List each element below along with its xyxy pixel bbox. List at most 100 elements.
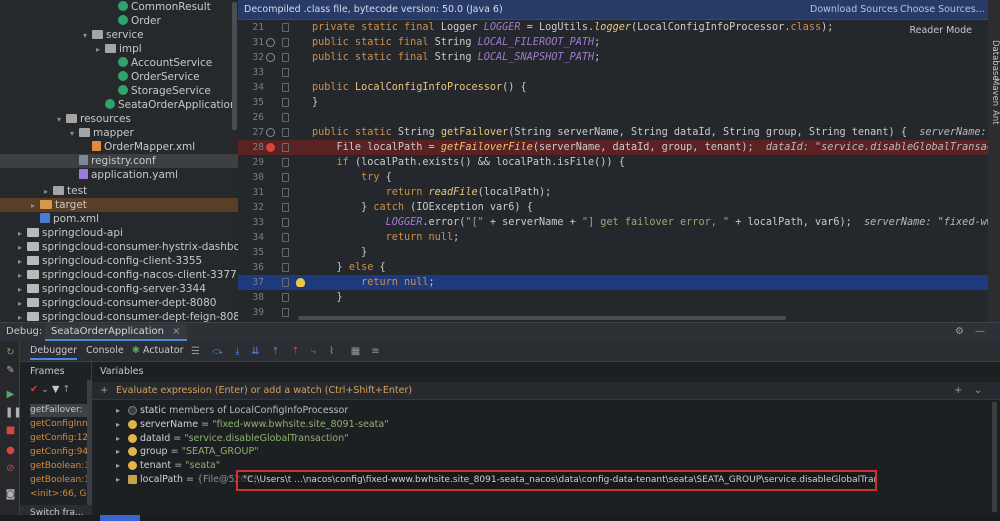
- frame-item[interactable]: getBoolean:1: [30, 460, 91, 473]
- fold-marker-icon[interactable]: [282, 38, 289, 47]
- fold-marker-icon[interactable]: [282, 113, 289, 122]
- fold-marker-icon[interactable]: [282, 143, 289, 152]
- code-line[interactable]: 27 public static String getFailover(Strin…: [238, 125, 988, 140]
- rerun-icon[interactable]: ↻: [5, 347, 16, 358]
- fold-marker-icon[interactable]: [282, 248, 289, 257]
- code-line[interactable]: 38 }: [238, 290, 988, 305]
- evaluate-expression-input[interactable]: + Evaluate expression (Enter) or add a w…: [92, 382, 1000, 400]
- chevron-right-icon[interactable]: ▸: [44, 185, 53, 199]
- code-line[interactable]: 31 public static final String LOCAL_FILER…: [238, 35, 988, 50]
- run-to-cursor-icon[interactable]: ⤷: [308, 346, 319, 357]
- project-tree-item[interactable]: Order: [0, 14, 161, 28]
- tab-debugger[interactable]: Debugger: [30, 345, 78, 360]
- project-tree-item[interactable]: ▸ springcloud-consumer-dept-feign-8081: [0, 310, 238, 322]
- project-tree-item[interactable]: pom.xml: [0, 212, 99, 226]
- code-line[interactable]: 32 } catch (IOException var6) {: [238, 200, 988, 215]
- pause-icon[interactable]: ❚❚: [5, 407, 22, 418]
- frame-item[interactable]: getConfig:94,: [30, 446, 91, 459]
- code-line[interactable]: 29 if (localPath.exists() && localPath.i…: [238, 155, 988, 170]
- frame-item[interactable]: <init>:66, Gl: [30, 488, 91, 501]
- fold-marker-icon[interactable]: [282, 278, 289, 287]
- breakpoint-icon[interactable]: [266, 143, 275, 152]
- project-tree-item[interactable]: OrderService: [0, 70, 200, 84]
- override-icon[interactable]: [266, 38, 275, 47]
- plus-icon[interactable]: +: [100, 385, 108, 396]
- fold-marker-icon[interactable]: [282, 293, 289, 302]
- project-tree-item[interactable]: registry.conf: [0, 154, 238, 168]
- code-line[interactable]: 28 File localPath = getFailoverFile(serv…: [238, 140, 988, 155]
- project-tree-item[interactable]: ▸ springcloud-consumer-hystrix-dashboard: [0, 240, 238, 254]
- variable-row[interactable]: ▸ serverName = "fixed-www.bwhsite.site_80…: [92, 418, 1000, 431]
- code-line[interactable]: 33: [238, 65, 988, 80]
- camera-icon[interactable]: ◙: [5, 489, 16, 500]
- close-icon[interactable]: ×: [172, 326, 180, 337]
- project-tree-item[interactable]: AccountService: [0, 56, 212, 70]
- fold-marker-icon[interactable]: [282, 68, 289, 77]
- chevron-down-icon[interactable]: ⌄: [974, 385, 982, 396]
- frame-item[interactable]: getFailover:: [30, 404, 91, 417]
- code-line[interactable]: 36 } else {: [238, 260, 988, 275]
- project-tree-item[interactable]: ▸ impl: [0, 42, 142, 56]
- frame-item[interactable]: getBoolean:1: [30, 474, 91, 487]
- restore-layout-icon[interactable]: ≡: [370, 346, 381, 357]
- force-step-into-icon[interactable]: ⇊: [250, 346, 261, 357]
- ant-tool-tab[interactable]: Ant: [988, 110, 1000, 125]
- project-tree-item[interactable]: ▸ target: [0, 198, 238, 212]
- code-line[interactable]: 31 return readFile(localPath);: [238, 185, 988, 200]
- tab-console[interactable]: Console: [86, 345, 124, 356]
- trace-icon[interactable]: ⌇: [326, 346, 337, 357]
- project-tree-item[interactable]: CommonResult: [0, 0, 211, 14]
- project-tree-item[interactable]: ▾ resources: [0, 112, 131, 126]
- minimize-icon[interactable]: —: [975, 327, 985, 337]
- project-tree-item[interactable]: ▾ service: [0, 28, 144, 42]
- code-line[interactable]: 34 public LocalConfigInfoProcessor() {: [238, 80, 988, 95]
- override-icon[interactable]: [266, 128, 275, 137]
- project-tree-item[interactable]: ▸ springcloud-config-server-3344: [0, 282, 206, 296]
- chevron-right-icon[interactable]: ▸: [18, 297, 27, 311]
- fold-marker-icon[interactable]: [282, 218, 289, 227]
- code-line[interactable]: 32 public static final String LOCAL_SNAPS…: [238, 50, 988, 65]
- project-tree-item[interactable]: ▸ springcloud-api: [0, 226, 123, 240]
- chevron-right-icon[interactable]: ▸: [116, 432, 120, 445]
- drop-frame-icon[interactable]: ⇡: [290, 346, 301, 357]
- project-tree-item[interactable]: OrderMapper.xml: [0, 140, 195, 154]
- up-arrow-icon[interactable]: ↑: [62, 384, 70, 395]
- view-breakpoints-icon[interactable]: ●: [5, 445, 16, 456]
- add-watch-icon[interactable]: +: [954, 385, 962, 396]
- code-line[interactable]: 21 private static final Logger LOGGER = L…: [238, 20, 988, 35]
- chevron-down-icon[interactable]: ▾: [83, 29, 92, 43]
- chevron-down-icon[interactable]: ▾: [57, 113, 66, 127]
- choose-sources-link[interactable]: Choose Sources...: [900, 4, 985, 15]
- show-execution-point-icon[interactable]: ☰: [190, 346, 201, 357]
- chevron-right-icon[interactable]: ▸: [31, 199, 40, 213]
- project-tree-item[interactable]: ▸ springcloud-consumer-dept-8080: [0, 296, 216, 310]
- wrench-icon[interactable]: ✎: [5, 365, 16, 376]
- editor-horizontal-scrollbar[interactable]: [298, 316, 786, 320]
- fold-marker-icon[interactable]: [282, 23, 289, 32]
- evaluate-expression-icon[interactable]: ▦: [350, 346, 361, 357]
- database-tool-tab[interactable]: Database: [988, 40, 1000, 81]
- tab-actuator[interactable]: ✱ Actuator: [132, 345, 184, 356]
- code-line[interactable]: 30 try {: [238, 170, 988, 185]
- step-into-icon[interactable]: ⤓: [232, 346, 243, 357]
- fold-marker-icon[interactable]: [282, 308, 289, 317]
- chevron-down-icon[interactable]: ▾: [70, 127, 79, 141]
- chevron-right-icon[interactable]: ▸: [18, 227, 27, 241]
- variables-scrollbar[interactable]: [992, 402, 997, 512]
- chevron-right-icon[interactable]: ▸: [116, 459, 120, 472]
- chevron-right-icon[interactable]: ▸: [18, 255, 27, 269]
- variable-row[interactable]: ▸ group = "SEATA_GROUP": [92, 445, 1000, 458]
- code-line[interactable]: 35}: [238, 95, 988, 110]
- chevron-right-icon[interactable]: ▸: [18, 283, 27, 297]
- code-editor[interactable]: Decompiled .class file, bytecode version…: [238, 0, 988, 322]
- frame-item[interactable]: getConfigInne: [30, 418, 91, 431]
- chevron-right-icon[interactable]: ▸: [116, 473, 120, 486]
- project-tree-item[interactable]: ▸ springcloud-config-nacos-client-3377: [0, 268, 237, 282]
- fold-marker-icon[interactable]: [282, 53, 289, 62]
- fold-marker-icon[interactable]: [282, 158, 289, 167]
- project-tree-item[interactable]: application.yaml: [0, 168, 178, 182]
- code-line[interactable]: 35 }: [238, 245, 988, 260]
- frame-item[interactable]: getConfig:123: [30, 432, 91, 445]
- step-over-icon[interactable]: ⤼: [212, 346, 223, 357]
- chevron-right-icon[interactable]: ▸: [116, 404, 120, 417]
